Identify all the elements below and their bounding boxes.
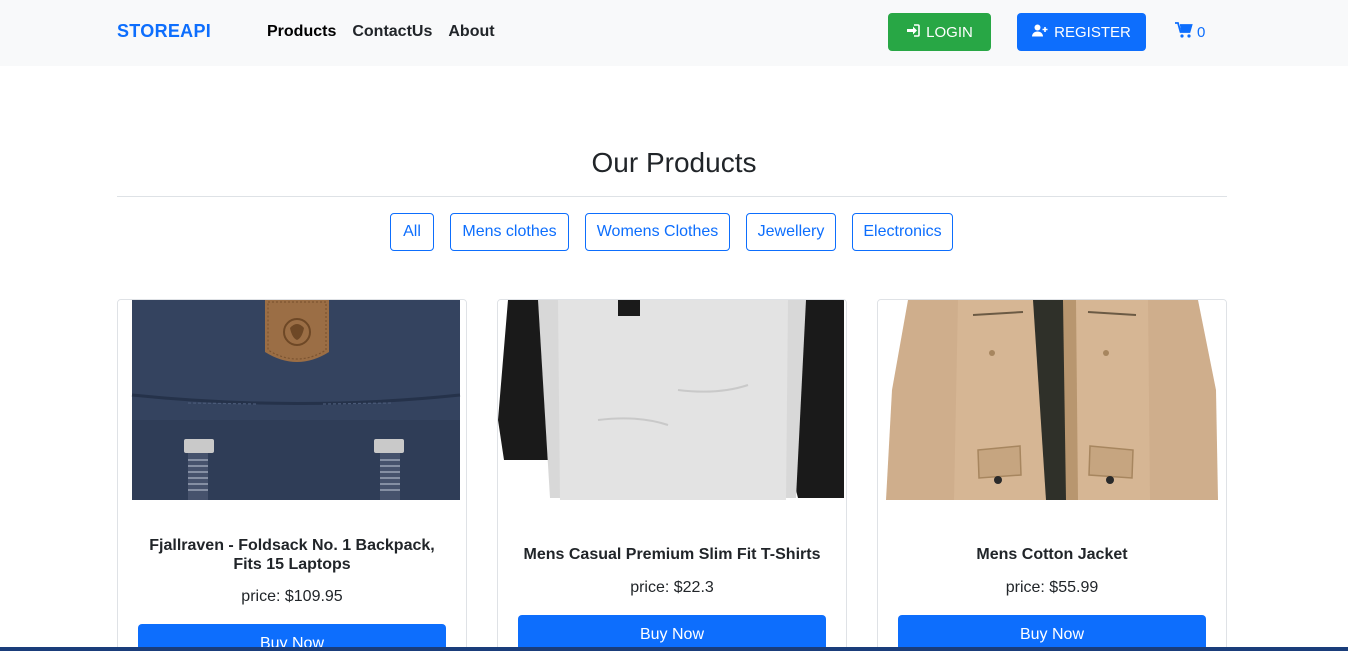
register-label: REGISTER [1054, 23, 1131, 41]
product-price: price: $109.95 [241, 588, 343, 605]
nav-link-about[interactable]: About [448, 23, 494, 41]
user-plus-icon [1032, 24, 1048, 41]
sign-in-icon [906, 23, 920, 41]
register-button[interactable]: REGISTER [1017, 13, 1146, 51]
login-label: LOGIN [926, 23, 973, 41]
navbar: STOREAPI Products ContactUs About LOGIN … [0, 0, 1348, 66]
filter-womens-clothes-button[interactable]: Womens Clothes [585, 213, 730, 251]
product-card: Mens Casual Premium Slim Fit T-Shirts pr… [497, 299, 847, 651]
filter-electronics-button[interactable]: Electronics [852, 213, 953, 251]
shopping-cart-icon [1175, 22, 1193, 42]
buy-now-button[interactable]: Buy Now [898, 615, 1206, 651]
product-title[interactable]: Mens Cotton Jacket [898, 545, 1206, 564]
nav-links: Products ContactUs About [267, 23, 495, 41]
filter-jewellery-button[interactable]: Jewellery [746, 213, 836, 251]
category-filters: All Mens clothes Womens Clothes Jeweller… [0, 213, 1348, 251]
product-image-jacket[interactable] [878, 300, 1226, 500]
product-card: Fjallraven - Foldsack No. 1 Backpack, Fi… [117, 299, 467, 651]
product-title[interactable]: Mens Casual Premium Slim Fit T-Shirts [518, 545, 826, 564]
nav-link-contactus[interactable]: ContactUs [352, 23, 432, 41]
product-card: Mens Cotton Jacket price: $55.99 Buy Now [877, 299, 1227, 651]
cart-button[interactable]: 0 [1175, 22, 1205, 42]
product-image-backpack[interactable] [118, 300, 466, 500]
window-bottom-edge [0, 647, 1348, 651]
product-price: price: $55.99 [1005, 579, 1099, 596]
product-image-tshirt[interactable] [498, 300, 846, 500]
divider [117, 196, 1227, 197]
filter-mens-clothes-button[interactable]: Mens clothes [450, 213, 569, 251]
cart-count: 0 [1197, 23, 1206, 41]
login-button[interactable]: LOGIN [888, 13, 991, 51]
buy-now-button[interactable]: Buy Now [518, 615, 826, 651]
product-title[interactable]: Fjallraven - Foldsack No. 1 Backpack, Fi… [138, 536, 446, 574]
brand-logo[interactable]: STOREAPI [117, 21, 211, 42]
filter-all-button[interactable]: All [390, 213, 434, 251]
page-title: Our Products [591, 147, 757, 178]
nav-link-products[interactable]: Products [267, 23, 336, 41]
product-price: price: $22.3 [630, 579, 714, 596]
